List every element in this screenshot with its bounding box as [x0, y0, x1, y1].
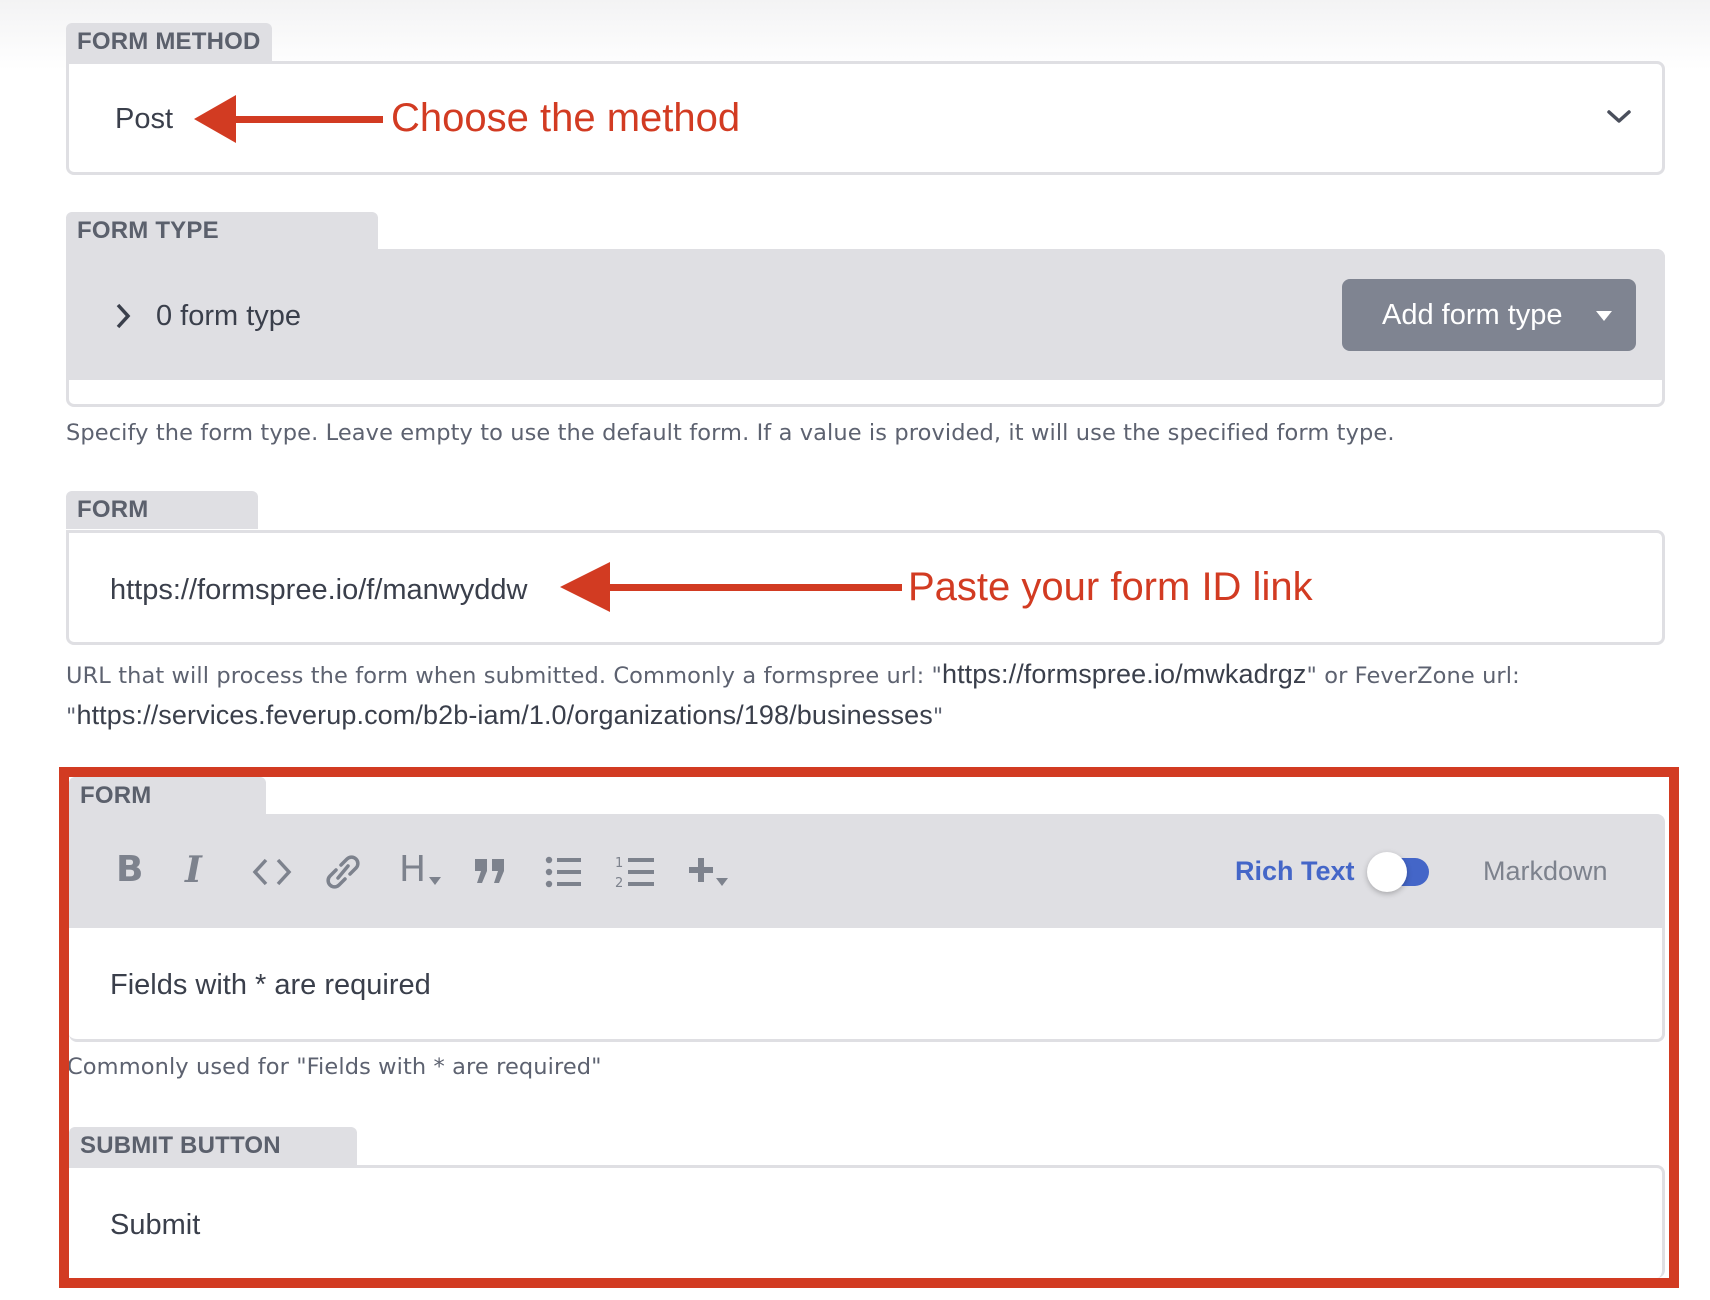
form-type-helper: Specify the form type. Leave empty to us…: [66, 420, 1395, 446]
formspree-example-url: https://formspree.io/mwkadrgz: [941, 659, 1307, 689]
chevron-down-icon[interactable]: [1606, 108, 1632, 126]
chevron-right-icon[interactable]: [114, 302, 134, 330]
form-type-panel: 0 form type Add form type: [66, 249, 1665, 407]
feverzone-example-url: https://services.feverup.com/b2b-iam/1.0…: [76, 700, 933, 730]
form-method-value: Post: [115, 103, 174, 135]
form-type-count[interactable]: 0 form type: [156, 300, 301, 333]
annotation-paste-form-id: Paste your form ID link: [908, 565, 1313, 609]
form-action-helper-line2: "https://services.feverup.com/b2b-iam/1.…: [66, 700, 943, 731]
helper-text: ": [66, 704, 77, 730]
add-form-type-label: Add form type: [1382, 299, 1563, 331]
form-type-label: FORM TYPE (OPTIONAL): [66, 212, 378, 282]
annotation-choose-method: Choose the method: [391, 96, 741, 140]
caret-down-icon: [1596, 311, 1612, 321]
form-method-label: FORM METHOD: [66, 23, 272, 61]
annotation-arrow-action: [560, 562, 902, 612]
form-action-value: https://formspree.io/f/manwyddw: [110, 574, 528, 606]
helper-text: " or FeverZone url:: [1306, 663, 1520, 689]
add-form-type-button[interactable]: Add form type: [1342, 279, 1636, 351]
form-action-label: FORM ACTION: [66, 491, 258, 561]
annotation-arrow-method: [194, 95, 383, 143]
form-action-helper-line1: URL that will process the form when subm…: [66, 659, 1520, 690]
helper-text: ": [932, 704, 944, 730]
highlight-frame: [59, 767, 1679, 1288]
helper-text: URL that will process the form when subm…: [66, 663, 942, 689]
